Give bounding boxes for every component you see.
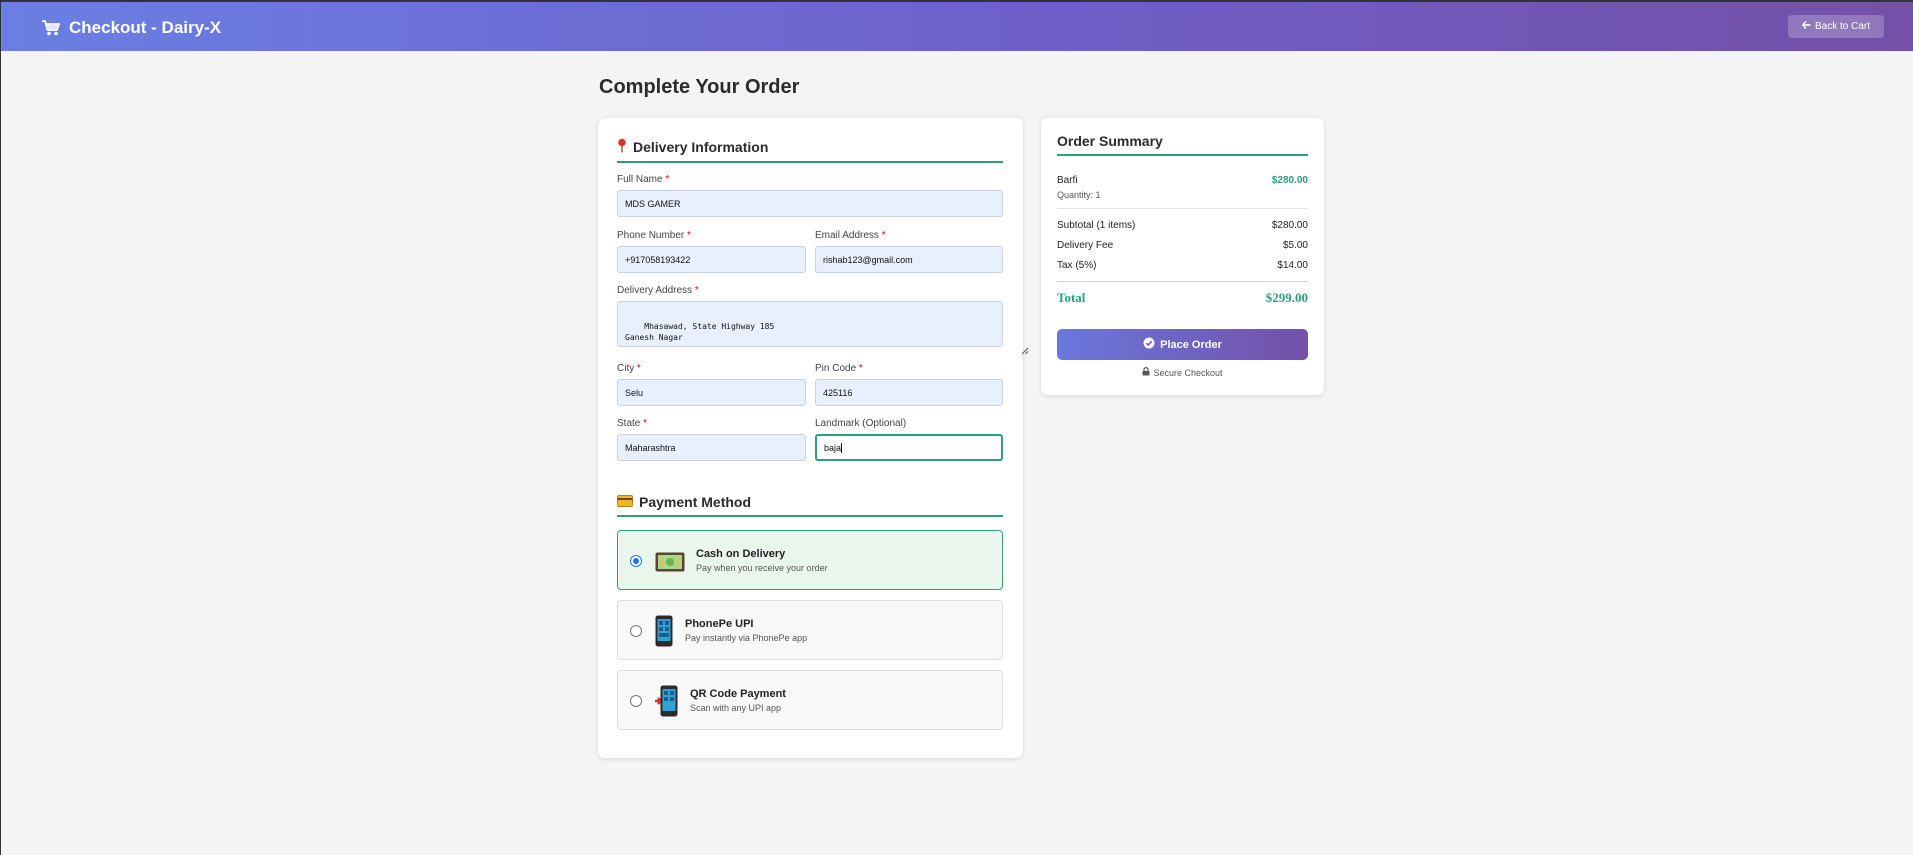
payment-option-phonepe[interactable]: PhonePe UPI Pay instantly via PhonePe ap… (617, 600, 1003, 660)
mobile-arrow-icon (655, 685, 678, 722)
email-input[interactable]: rishab123@gmail.com (815, 246, 1003, 273)
item-divider (1057, 208, 1308, 209)
order-summary-card: Order Summary Barfi $280.00 Quantity: 1 … (1041, 118, 1324, 395)
payment-section-heading: Payment Method (617, 494, 1003, 517)
delivery-fee-value: $5.00 (1282, 240, 1308, 251)
full-name-input[interactable]: MDS GAMER (617, 190, 1003, 217)
item-quantity: Quantity: 1 (1057, 190, 1101, 200)
item-price: $280.00 (1271, 175, 1308, 186)
tax-value: $14.00 (1277, 260, 1308, 271)
summary-item: Barfi $280.00 (1057, 175, 1308, 186)
order-summary-heading: Order Summary (1057, 133, 1308, 156)
arrow-left-icon (1801, 21, 1811, 32)
address-textarea[interactable]: Mhasawad, State Highway 185 Ganesh Nagar (617, 301, 1029, 355)
payment-option-cod[interactable]: Cash on Delivery Pay when you receive yo… (617, 530, 1003, 590)
delivery-heading-text: Delivery Information (633, 139, 769, 155)
cash-icon (655, 552, 685, 577)
mobile-phone-icon (655, 615, 673, 652)
cod-title: Cash on Delivery (696, 548, 786, 560)
delivery-fee-label: Delivery Fee (1057, 240, 1114, 251)
app-title: Checkout - Dairy-X (69, 18, 222, 37)
payment-option-qr[interactable]: QR Code Payment Scan with any UPI app (617, 670, 1003, 730)
checkout-form-card: Delivery Information Full Name * MDS GAM… (598, 118, 1029, 758)
subtotal-value: $280.00 (1271, 220, 1308, 231)
phone-label: Phone Number * (617, 230, 691, 241)
payment-heading-text: Payment Method (639, 494, 752, 510)
tax-label: Tax (5%) (1057, 260, 1097, 271)
order-summary-heading-text: Order Summary (1057, 133, 1163, 149)
address-value: Mhasawad, State Highway 185 Ganesh Nagar (625, 322, 775, 342)
total-divider (1057, 281, 1308, 282)
lock-icon (1142, 367, 1150, 378)
check-circle-icon (1143, 337, 1155, 352)
qr-title: QR Code Payment (690, 688, 786, 700)
secure-checkout: Secure Checkout (1041, 367, 1324, 378)
delivery-fee-row: Delivery Fee $5.00 (1057, 240, 1308, 251)
total-label: Total (1057, 290, 1086, 305)
city-input[interactable]: Selu (617, 379, 806, 406)
pin-code-input[interactable]: 425116 (815, 379, 1003, 406)
brand: Checkout - Dairy-X (41, 18, 221, 38)
city-label: City * (617, 363, 641, 374)
credit-card-icon (617, 494, 633, 510)
resize-handle-icon[interactable] (992, 336, 1029, 355)
total-value: $299.00 (1265, 290, 1308, 305)
place-order-label: Place Order (1160, 338, 1222, 351)
address-label: Delivery Address * (617, 285, 699, 296)
qr-subtitle: Scan with any UPI app (690, 703, 782, 713)
text-caret (841, 442, 843, 453)
shopping-cart-icon (41, 19, 61, 37)
qr-radio[interactable] (630, 695, 642, 707)
subtotal-row: Subtotal (1 items) $280.00 (1057, 220, 1308, 231)
state-label: State * (617, 418, 648, 429)
email-label: Email Address * (815, 230, 886, 241)
top-bar: Checkout - Dairy-X Back to Cart (1, 0, 1913, 51)
total-row: Total $299.00 (1057, 290, 1308, 306)
tax-row: Tax (5%) $14.00 (1057, 260, 1308, 271)
page-title: Complete Your Order (599, 76, 800, 98)
back-to-cart-label: Back to Cart (1814, 21, 1870, 32)
subtotal-label: Subtotal (1 items) (1057, 220, 1136, 231)
phonepe-subtitle: Pay instantly via PhonePe app (685, 633, 808, 643)
landmark-value: baja (824, 442, 842, 453)
pin-code-label: Pin Code * (815, 363, 863, 374)
phonepe-radio[interactable] (630, 625, 642, 637)
secure-checkout-text: Secure Checkout (1153, 367, 1223, 378)
state-input[interactable]: Maharashtra (617, 434, 806, 461)
phone-input[interactable]: +917058193422 (617, 246, 806, 273)
delivery-section-heading: Delivery Information (617, 138, 1003, 163)
landmark-input[interactable]: baja (815, 434, 1003, 461)
item-name: Barfi (1057, 175, 1078, 186)
landmark-label: Landmark (Optional) (815, 418, 907, 429)
round-pushpin-icon (617, 138, 627, 156)
full-name-label: Full Name * (617, 174, 670, 185)
place-order-button[interactable]: Place Order (1057, 329, 1308, 360)
back-to-cart-button[interactable]: Back to Cart (1787, 15, 1884, 38)
cod-radio[interactable] (630, 555, 642, 567)
cod-subtitle: Pay when you receive your order (696, 563, 828, 573)
phonepe-title: PhonePe UPI (685, 618, 754, 630)
